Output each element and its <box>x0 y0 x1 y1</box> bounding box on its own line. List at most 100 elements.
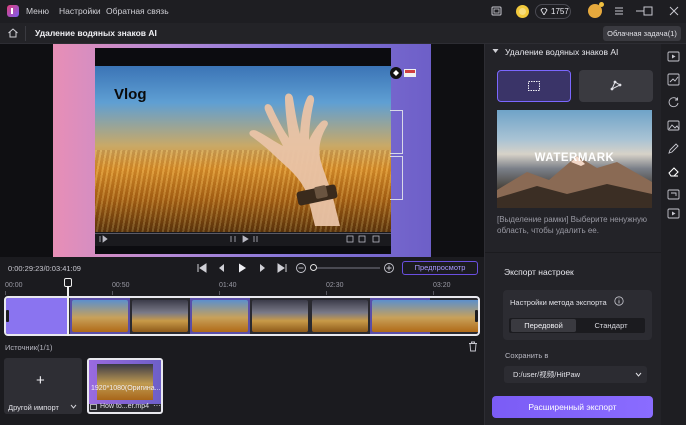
eraser-tool-icon[interactable] <box>667 165 680 178</box>
playhead-line[interactable] <box>67 286 69 336</box>
source-label: Источник(1/1) <box>5 343 53 352</box>
trash-icon[interactable] <box>468 341 478 352</box>
video-crop-tool-icon[interactable] <box>667 188 680 201</box>
sub-header: Удаление водяных знаков AI Облачная зада… <box>0 23 686 44</box>
watermark-sample-text: WATERMARK <box>534 152 615 164</box>
add-icon[interactable]: + <box>36 372 45 389</box>
play-icon[interactable] <box>236 262 248 274</box>
step-back-icon[interactable] <box>216 262 228 274</box>
info-icon[interactable] <box>614 296 624 306</box>
tick-mark <box>219 291 220 295</box>
zoom-slider-handle[interactable] <box>310 264 317 271</box>
app-logo <box>7 5 19 17</box>
preview-button[interactable]: Предпросмотр <box>402 261 478 275</box>
video-controls-bar <box>95 232 391 246</box>
title-bar: Меню Настройки Обратная связь 1757 <box>0 0 686 23</box>
transport-bar: 0:00:29:23/0:03:41:09 Предпросмотр <box>0 257 484 279</box>
maximize-icon[interactable] <box>641 4 655 18</box>
export-settings-heading: Экспорт настроек <box>504 267 574 277</box>
timeline-track[interactable] <box>4 296 480 336</box>
chevron-down-icon[interactable] <box>635 372 642 377</box>
more-icon[interactable]: ··· <box>153 401 161 410</box>
object-select-mode-button[interactable] <box>579 70 653 102</box>
hamburger-icon[interactable] <box>612 4 626 18</box>
side-frame-bottom <box>390 156 403 200</box>
avatar[interactable] <box>588 2 604 18</box>
watermark-logo-icon <box>390 67 416 79</box>
advanced-export-button[interactable]: Расширенный экспорт <box>492 396 653 418</box>
tick-mark <box>5 291 6 295</box>
cloud-task-button[interactable]: Облачная задача(1) <box>603 26 681 41</box>
refresh-tool-icon[interactable] <box>667 96 680 109</box>
dashed-rect-icon <box>528 81 540 91</box>
playback-controls-icon <box>230 235 258 243</box>
timecode: 0:00:29:23/0:03:41:09 <box>8 264 81 273</box>
clip-thumbnail <box>192 300 248 332</box>
side-frame-top <box>390 110 403 154</box>
import-label[interactable]: Другой импорт <box>8 403 59 412</box>
zoom-slider-track[interactable] <box>312 267 380 269</box>
video-tool-icon[interactable] <box>667 50 680 63</box>
diamond-icon <box>540 8 548 15</box>
tick-label: 02:30 <box>326 282 344 289</box>
media-name: How to...er.mp4 <box>100 403 150 410</box>
tick-label: 03:20 <box>433 282 451 289</box>
video-file-icon <box>90 404 97 410</box>
credits-count: 1757 <box>551 7 569 16</box>
clip-thumbnail <box>426 300 478 332</box>
trim-handle-right[interactable] <box>475 310 478 322</box>
player-controls-icon <box>99 235 108 243</box>
credits-badge[interactable]: 1757 <box>535 4 571 19</box>
menu-item-settings[interactable]: Настройки <box>59 6 101 16</box>
zoom-out-icon[interactable] <box>295 262 307 274</box>
page-title: Удаление водяных знаков AI <box>35 28 157 38</box>
chart-tool-icon[interactable] <box>667 73 680 86</box>
zoom-in-icon[interactable] <box>383 262 395 274</box>
image-tool-icon[interactable] <box>667 119 680 132</box>
collapse-caret-icon[interactable] <box>492 48 499 54</box>
video-overlay-text: Vlog <box>114 86 147 103</box>
export-tool-icon[interactable] <box>667 207 680 220</box>
panel-separator <box>485 252 661 253</box>
coin-icon[interactable] <box>516 5 529 18</box>
tick-mark <box>112 291 113 295</box>
screen-icon[interactable] <box>490 5 503 18</box>
video-progress-track <box>95 233 391 234</box>
method-option-standard[interactable]: Стандарт <box>578 319 644 332</box>
chevron-down-icon[interactable] <box>70 404 77 409</box>
save-path-select[interactable]: D:/user/视频/HitPaw <box>504 366 647 383</box>
panel-title: Удаление водяных знаков AI <box>505 47 619 57</box>
divider <box>25 26 26 41</box>
clip-thumbnail <box>312 300 368 332</box>
clip-thumbnail <box>132 300 188 332</box>
media-resolution: 1920*1080(Оригина... <box>91 385 161 392</box>
tick-mark <box>326 291 327 295</box>
hand-image <box>249 93 340 226</box>
clip-thumbnail <box>252 300 308 332</box>
media-thumbnail-frame <box>97 364 153 400</box>
edit-tool-icon[interactable] <box>667 142 680 155</box>
selected-segment[interactable] <box>6 298 68 334</box>
box-select-mode-button[interactable] <box>497 70 571 102</box>
tick-mark <box>433 291 434 295</box>
home-icon[interactable] <box>7 27 19 39</box>
close-icon[interactable] <box>667 4 681 18</box>
object-select-icon <box>610 80 622 91</box>
skip-back-icon[interactable] <box>196 262 208 274</box>
step-forward-icon[interactable] <box>256 262 268 274</box>
tick-label: 00:00 <box>5 282 23 289</box>
selection-hint: [Выделение рамки] Выберите ненужную обла… <box>497 215 647 235</box>
clip-thumbnail <box>372 300 428 332</box>
save-location-label: Сохранить в <box>505 351 549 360</box>
timeline-ruler[interactable]: 00:00 00:50 01:40 02:30 03:20 <box>0 279 484 295</box>
player-right-controls-icon <box>346 235 380 243</box>
tick-label: 01:40 <box>219 282 237 289</box>
export-method-label: Настройки метода экспорта <box>510 298 607 307</box>
menu-item-menu[interactable]: Меню <box>26 6 49 16</box>
skip-forward-icon[interactable] <box>276 262 288 274</box>
trim-handle-left[interactable] <box>6 310 9 322</box>
tick-label: 00:50 <box>112 282 130 289</box>
menu-item-feedback[interactable]: Обратная связь <box>106 6 169 16</box>
clip-thumbnail <box>72 300 128 332</box>
method-option-advanced[interactable]: Передовой <box>511 319 576 332</box>
